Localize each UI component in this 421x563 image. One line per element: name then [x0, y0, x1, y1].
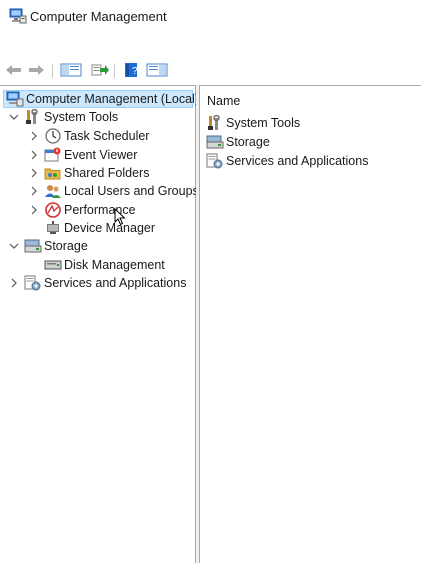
list-item-label: Services and Applications	[226, 154, 369, 168]
storage-icon	[24, 238, 42, 254]
system-tools-icon	[24, 109, 42, 125]
list-item-storage[interactable]: Storage	[206, 133, 270, 151]
tree-item-label: Local Users and Groups	[64, 184, 199, 198]
forward-arrow-icon[interactable]	[27, 62, 45, 78]
list-item-system-tools[interactable]: System Tools	[206, 114, 300, 132]
users-icon	[44, 183, 62, 199]
tree-item-label: Computer Management (Local)	[26, 92, 199, 106]
column-header-name[interactable]: Name	[207, 94, 240, 108]
services-icon	[206, 153, 224, 169]
back-arrow-icon[interactable]	[5, 62, 23, 78]
computer-management-icon	[9, 8, 27, 24]
toolbar-separator	[114, 64, 115, 78]
list-item-label: System Tools	[226, 116, 301, 130]
storage-icon	[206, 134, 224, 150]
tree-item-task-scheduler[interactable]: Task Scheduler	[28, 127, 149, 145]
mouse-cursor-icon	[114, 207, 126, 229]
tree-item-label: Shared Folders	[64, 166, 150, 180]
event-viewer-icon	[44, 147, 62, 163]
chevron-right-icon[interactable]	[28, 167, 40, 179]
tree-item-label: System Tools	[44, 110, 119, 124]
toolbar: ?	[0, 58, 421, 84]
details-list[interactable]: Name System Tools Storage Services and A…	[199, 85, 421, 563]
tree-item-label: Task Scheduler	[64, 129, 150, 143]
services-icon	[24, 275, 42, 291]
title-bar: Computer Management	[0, 0, 421, 34]
clock-icon	[44, 128, 62, 144]
help-icon[interactable]: ?	[122, 62, 140, 78]
chevron-down-icon[interactable]	[8, 111, 20, 123]
console-tree[interactable]: Computer Management (Local) System Tools…	[0, 85, 199, 563]
tree-item-local-users-and-groups[interactable]: Local Users and Groups	[28, 182, 199, 200]
tree-item-label: Services and Applications	[44, 276, 187, 290]
tree-item-shared-folders[interactable]: Shared Folders	[28, 164, 149, 182]
system-tools-icon	[206, 115, 224, 131]
chevron-right-icon[interactable]	[28, 130, 40, 142]
shared-folders-icon	[44, 165, 62, 181]
window-title: Computer Management	[30, 9, 167, 24]
disk-icon	[44, 257, 62, 273]
tree-item-system-tools[interactable]: System Tools	[8, 108, 118, 126]
tree-item-label: Storage	[44, 239, 88, 253]
export-list-icon[interactable]	[91, 62, 109, 78]
tree-item-services-and-applications[interactable]: Services and Applications	[8, 274, 186, 292]
tree-item-storage[interactable]: Storage	[8, 237, 88, 255]
tree-item-computer-management-local[interactable]: Computer Management (Local)	[3, 90, 199, 108]
chevron-right-icon[interactable]	[8, 277, 20, 289]
tree-item-event-viewer[interactable]: Event Viewer	[28, 146, 137, 164]
menu-bar	[0, 34, 421, 58]
show-hide-console-tree-icon[interactable]	[60, 62, 82, 78]
performance-icon	[44, 202, 62, 218]
tree-item-label: Device Manager	[64, 221, 156, 235]
chevron-down-icon[interactable]	[8, 240, 20, 252]
show-hide-action-pane-icon[interactable]	[146, 62, 168, 78]
tree-item-label: Event Viewer	[64, 148, 138, 162]
list-item-services-and-applications[interactable]: Services and Applications	[206, 152, 368, 170]
list-item-label: Storage	[226, 135, 270, 149]
tree-item-device-manager[interactable]: Device Manager	[28, 219, 155, 237]
tree-item-label: Disk Management	[64, 258, 165, 272]
svg-text:?: ?	[132, 66, 138, 77]
chevron-right-icon[interactable]	[28, 185, 40, 197]
computer-management-icon	[6, 91, 24, 107]
chevron-right-icon[interactable]	[28, 149, 40, 161]
toolbar-separator	[52, 64, 53, 78]
tree-item-disk-management[interactable]: Disk Management	[28, 256, 165, 274]
device-manager-icon	[44, 220, 62, 236]
chevron-right-icon[interactable]	[28, 204, 40, 216]
